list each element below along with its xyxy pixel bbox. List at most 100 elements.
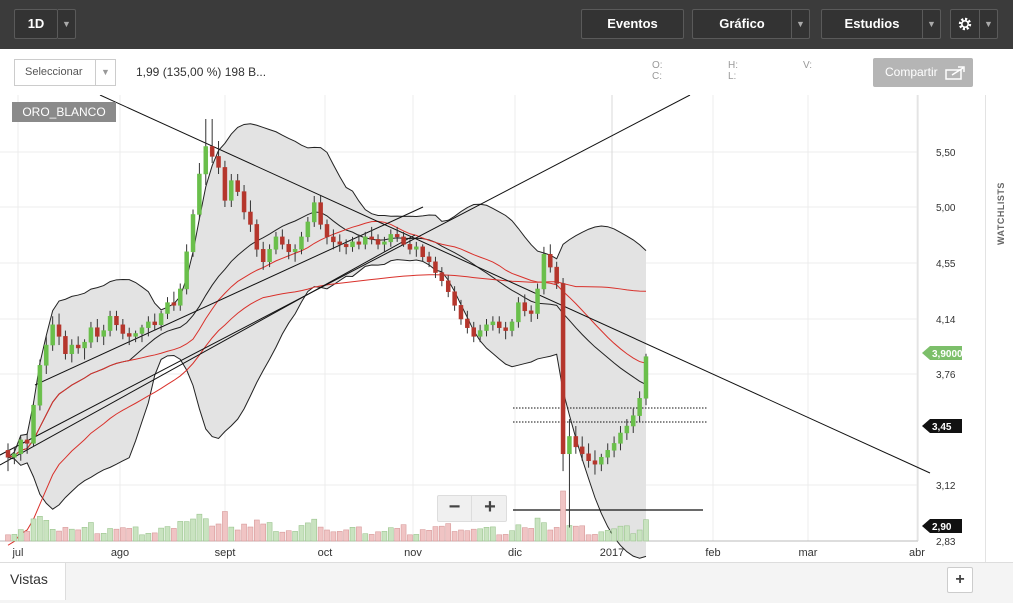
candle-body [624,425,630,434]
candle-body [260,249,266,263]
volume-bar [368,534,375,542]
candle-body [599,457,604,465]
candle-body [592,460,598,465]
volume-bar [164,526,171,542]
volume-bar [636,529,643,542]
volume-bar [458,529,464,542]
volume-bar [343,529,349,542]
volume-bar [592,534,598,542]
period-button[interactable]: 1D [14,9,58,39]
estudios-button[interactable]: Estudios [821,9,923,39]
volume-bar [311,518,318,542]
volume-bar [356,526,362,542]
volume-bar [56,530,62,542]
candle-body [318,202,323,225]
candle-body [548,254,553,268]
candle-body [490,321,496,326]
volume-bar [598,531,605,542]
candle-body [311,202,317,223]
volume-bar [126,528,133,542]
candle-body [126,333,132,337]
volume-bar [292,531,298,542]
chart-area[interactable]: jul ago sept oct nov dic 2017 feb mar abr 5,50 5,00… [0,94,985,562]
add-view-button[interactable]: + [947,567,973,593]
candle-body [637,398,642,416]
candle-body [63,336,68,354]
candle-body [509,321,515,331]
volume-bar [330,531,337,542]
volume-bar [298,525,305,542]
volume-bar [375,531,381,542]
share-button-label: Compartir [885,65,938,79]
candle-body [229,180,234,201]
candle-body [248,211,253,225]
price-label-text: 2,90 [932,522,952,533]
candle-body [18,439,24,455]
volume-bar [5,534,11,542]
candle-body [114,316,119,326]
volume-bar [171,528,177,542]
candle-body [356,241,362,245]
x-tick-label: mar [799,547,818,559]
candle-body [292,249,298,253]
candle-body [216,156,221,168]
volume-bar [349,526,356,542]
candle-body [69,344,75,354]
x-tick-label: dic [508,547,523,559]
volume-bar [643,519,649,542]
vistas-tab[interactable]: Vistas [0,563,66,600]
price-chart[interactable]: jul ago sept oct nov dic 2017 feb mar abr 5,50 5,00… [0,94,985,562]
candle-body [209,146,215,157]
watchlists-tab[interactable]: WATCHLISTS [996,175,1010,245]
eventos-button[interactable]: Eventos [581,9,684,39]
candle-body [426,256,432,263]
grafico-button[interactable]: Gráfico [692,9,792,39]
candle-body [254,224,260,250]
candle-body [458,305,464,320]
ohlc-open-label: O: [652,60,663,71]
candle-body [165,302,170,314]
volume-bar [151,532,158,542]
share-button[interactable]: Compartir [873,58,973,87]
volume-bar [209,525,215,542]
volume-bar [215,523,222,542]
estudios-dropdown-caret[interactable]: ▼ [923,9,941,39]
zoom-in-button[interactable]: + [473,496,507,521]
volume-bar [266,522,273,542]
candle-body [643,356,649,399]
y-tick-label: 3,12 [936,481,956,492]
symbol-tag: ORO_BLANCO [12,102,116,122]
volume-bar [477,528,483,542]
settings-button[interactable] [950,9,980,39]
volume-bar [407,534,413,542]
volume-bar [439,525,445,542]
volume-bar [285,530,292,542]
volume-bar [145,532,152,542]
volume-bar [254,519,260,542]
volume-bar [381,531,388,542]
ohlc-volume-label: V: [803,60,813,71]
candle-body [516,302,521,323]
volume-bar [573,525,579,542]
volume-bar [451,531,458,542]
candle-body [433,261,438,273]
zoom-out-button[interactable]: − [438,496,472,521]
candle-body [95,327,100,337]
volume-bar [547,529,554,542]
candle-body [120,324,126,334]
volume-bar [394,528,400,542]
volume-bar [432,526,439,542]
candle-body [299,236,304,250]
volume-bar [502,534,509,542]
grafico-dropdown-caret[interactable]: ▼ [792,9,810,39]
volume-bar [400,524,407,542]
candle-body [44,344,49,366]
settings-dropdown-caret[interactable]: ▼ [980,9,998,39]
period-dropdown-caret[interactable]: ▼ [58,9,76,39]
volume-bar [604,529,611,542]
series-select[interactable]: Seleccionar ▼ [14,59,116,86]
volume-bar [62,527,69,542]
x-tick-label: feb [705,547,720,559]
candle-body [484,324,489,331]
x-tick-label: nov [404,547,422,559]
